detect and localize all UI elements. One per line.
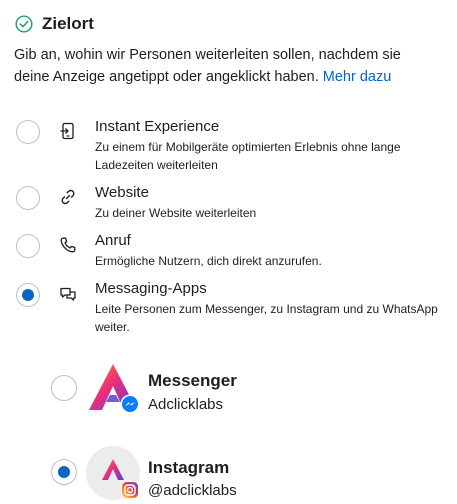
chat-bubbles-icon (60, 287, 76, 301)
option-title: Instant Experience (95, 118, 220, 135)
option-title: Anruf (95, 232, 131, 249)
radio-instagram[interactable] (51, 459, 77, 485)
radio-website[interactable] (16, 186, 40, 210)
section-title: Zielort (42, 14, 94, 33)
radio-messaging-apps[interactable] (16, 283, 40, 307)
radio-messenger[interactable] (51, 375, 77, 401)
radio-call[interactable] (16, 234, 40, 258)
account-handle: @adclicklabs (148, 482, 237, 499)
phone-icon (60, 237, 76, 253)
learn-more-link[interactable]: Mehr dazu (323, 69, 392, 85)
phone-screen-icon (60, 122, 74, 140)
option-title: Messaging-Apps (95, 280, 207, 297)
section-description: Gib an, wohin wir Personen weiterleiten … (14, 44, 434, 88)
option-subtitle: Leite Personen zum Messenger, zu Instagr… (95, 302, 438, 334)
instagram-badge-icon (121, 481, 139, 499)
account-handle: Adclicklabs (148, 396, 224, 413)
option-title: Website (95, 184, 149, 201)
messenger-badge-icon (120, 394, 140, 414)
option-subtitle: Zu einem für Mobilgeräte optimierten Erl… (95, 140, 401, 172)
option-subtitle: Zu deiner Website weiterleiten (95, 206, 257, 220)
account-app-name: Messenger (148, 371, 237, 390)
option-subtitle: Ermögliche Nutzern, dich direkt anzurufe… (95, 254, 322, 268)
section-header: Zielort (15, 14, 94, 34)
radio-instant-experience[interactable] (16, 120, 40, 144)
link-icon (61, 189, 75, 205)
check-circle-icon (15, 15, 33, 33)
account-app-name: Instagram (148, 458, 230, 477)
